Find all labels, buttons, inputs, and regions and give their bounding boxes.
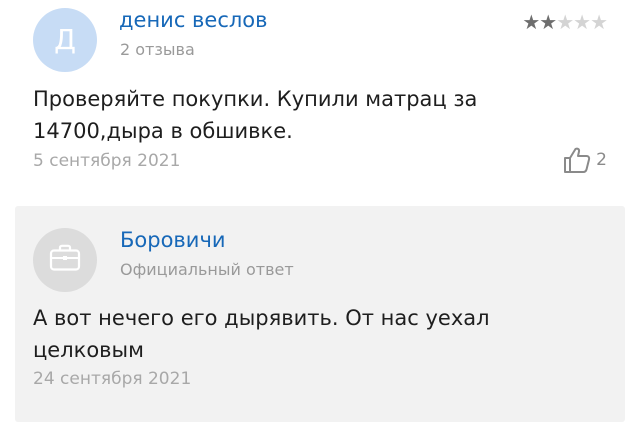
star-icon: ★: [539, 10, 557, 34]
thumbs-up-icon: [562, 146, 592, 174]
like-count: 2: [596, 150, 607, 170]
author-name[interactable]: денис веслов: [119, 8, 268, 32]
star-icon: ★: [556, 10, 574, 34]
briefcase-icon: [48, 243, 82, 277]
author-review-count: 2 отзыва: [120, 40, 195, 59]
org-avatar[interactable]: [33, 228, 97, 292]
review-date: 5 сентября 2021: [33, 151, 181, 171]
rating-stars: ★★★★★: [522, 10, 608, 34]
org-name[interactable]: Боровичи: [120, 228, 226, 252]
reply-date: 24 сентября 2021: [33, 369, 192, 389]
reply-text: А вот нечего его дырявить. От нас уехал …: [33, 306, 490, 362]
official-reply-label: Официальный ответ: [120, 260, 294, 279]
star-icon: ★: [573, 10, 591, 34]
star-icon: ★: [522, 10, 540, 34]
official-reply: Боровичи Официальный ответ А вот нечего …: [15, 206, 625, 422]
review-text: Проверяйте покупки. Купили матрац за 147…: [33, 87, 478, 143]
star-icon: ★: [590, 10, 608, 34]
author-avatar[interactable]: Д: [33, 8, 97, 72]
like-button[interactable]: 2: [562, 145, 607, 175]
